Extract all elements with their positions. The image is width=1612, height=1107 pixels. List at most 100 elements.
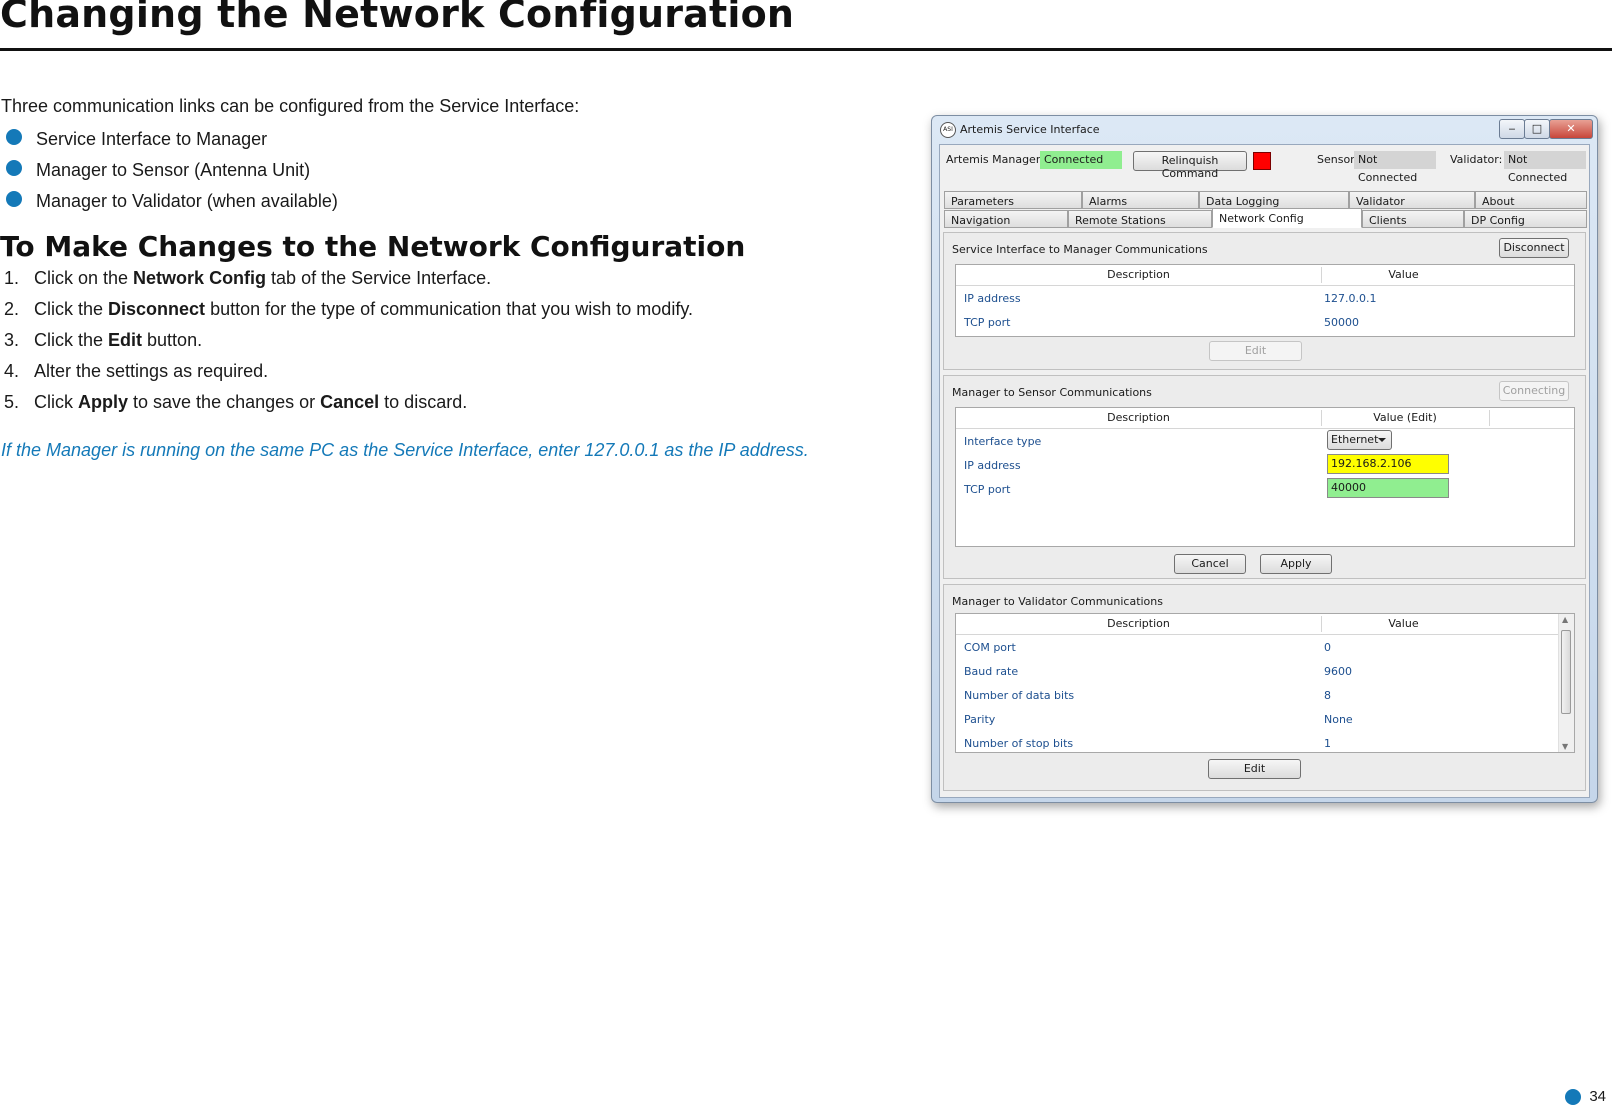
relinquish-command-button[interactable]: Relinquish Command [1133,151,1247,180]
tcp-port-label: TCP port [964,316,1011,329]
scroll-up-icon[interactable]: ▲ [1562,615,1568,624]
page-dot-icon [1565,1088,1582,1105]
scroll-down-icon[interactable]: ▼ [1562,742,1568,751]
validator-label: Validator: [1450,153,1503,166]
grid-header: Description Value [956,614,1574,635]
step-item: 5. Click Apply to save the changes or Ca… [4,392,693,423]
com-port-label: COM port [964,641,1016,654]
validator-edit-button[interactable]: Edit [1208,759,1301,779]
grid-header: Description Value (Edit) [956,408,1574,429]
tcp-port-input[interactable]: 40000 [1327,478,1449,498]
bullet-dot-icon [6,159,22,176]
interface-type-select[interactable]: Ethernet [1327,430,1392,450]
step-number: 2. [4,299,20,319]
ip-address-label: IP address [964,459,1021,472]
manager-status: Connected [1040,151,1122,169]
tab-data-logging[interactable]: Data Logging [1199,191,1349,209]
close-button[interactable]: ✕ [1549,119,1593,139]
tab-validator[interactable]: Validator [1349,191,1475,209]
manager-sensor-group: Manager to Sensor Communications Connect… [943,375,1586,579]
bullet-list: Service Interface to Manager Manager to … [6,124,338,217]
page-title: Changing the Network Configuration [0,0,795,36]
apply-button[interactable]: Apply [1260,554,1332,574]
window-client-area: Artemis Manager: Connected Relinquish Co… [939,144,1590,798]
step-text: Click the Edit button. [34,330,203,350]
step-text: Click on the Network Config tab of the S… [34,268,492,288]
disconnect-button[interactable]: Disconnect [1499,238,1569,258]
tab-network-config[interactable]: Network Config [1212,208,1362,228]
manager-sensor-grid: Description Value (Edit) Interface type … [955,407,1575,547]
data-bits-value: 8 [1324,689,1331,702]
ip-address-input[interactable]: 192.168.2.106 [1327,454,1449,474]
tab-clients[interactable]: Clients [1362,210,1464,228]
window-title: Artemis Service Interface [960,123,1100,136]
scrollbar-thumb[interactable] [1561,630,1571,714]
bullet-text: Service Interface to Manager [36,129,268,149]
bullet-item: Manager to Validator (when available) [6,186,338,217]
baud-rate-value: 9600 [1324,665,1352,678]
parity-value: None [1324,713,1353,726]
grid-header: Description Value [956,265,1574,286]
title-rule [0,48,1612,51]
step-number: 4. [4,361,20,381]
column-header-value: Value (Edit) [1373,411,1437,424]
manager-validator-grid: Description Value COM port 0 Baud rate 9… [955,613,1575,753]
steps-list: 1. Click on the Network Config tab of th… [4,268,693,423]
baud-rate-label: Baud rate [964,665,1019,678]
stop-bits-value: 1 [1324,737,1331,750]
bullet-item: Manager to Sensor (Antenna Unit) [6,155,338,186]
column-header-value: Value [1388,268,1419,281]
tab-remote-stations[interactable]: Remote Stations [1068,210,1212,228]
column-header-value: Value [1388,617,1419,630]
vertical-scrollbar[interactable]: ▲ ▼ [1558,614,1574,752]
bullet-item: Service Interface to Manager [6,124,338,155]
tab-parameters[interactable]: Parameters [944,191,1082,209]
service-interface-window: ASI Artemis Service Interface ‒ □ ✕ Arte… [931,115,1598,803]
connecting-button[interactable]: Connecting [1499,381,1569,401]
section-heading: To Make Changes to the Network Configura… [0,230,746,263]
stop-bits-label: Number of stop bits [964,737,1074,750]
parity-label: Parity [964,713,996,726]
step-text: Click Apply to save the changes or Cance… [34,392,468,412]
sensor-label: Sensor: [1317,153,1359,166]
page-number: 34 [1565,1088,1606,1105]
step-item: 4. Alter the settings as required. [4,361,693,392]
si-manager-title: Service Interface to Manager Communicati… [952,243,1208,256]
tab-navigation[interactable]: Navigation [944,210,1068,228]
step-item: 2. Click the Disconnect button for the t… [4,299,693,330]
si-manager-grid: Description Value IP address 127.0.0.1 T… [955,264,1575,337]
column-header-description: Description [1107,411,1170,424]
column-header-description: Description [1107,617,1170,630]
step-text: Click the Disconnect button for the type… [34,299,693,319]
bullet-dot-icon [6,128,22,145]
ip-address-value: 127.0.0.1 [1324,292,1377,305]
ip-address-label: IP address [964,292,1021,305]
si-manager-edit-button[interactable]: Edit [1209,341,1302,361]
tab-alarms[interactable]: Alarms [1082,191,1199,209]
minimize-button[interactable]: ‒ [1499,119,1525,139]
intro-text: Three communication links can be configu… [1,96,580,116]
maximize-button[interactable]: □ [1524,119,1550,139]
cancel-button[interactable]: Cancel [1174,554,1246,574]
note-text: If the Manager is running on the same PC… [1,440,809,460]
tcp-port-label: TCP port [964,483,1011,496]
manager-label: Artemis Manager: [946,153,1044,166]
interface-type-label: Interface type [964,435,1042,448]
page-number-text: 34 [1589,1088,1606,1105]
step-number: 5. [4,392,20,412]
si-manager-group: Service Interface to Manager Communicati… [943,232,1586,370]
manager-validator-title: Manager to Validator Communications [952,595,1163,608]
step-item: 1. Click on the Network Config tab of th… [4,268,693,299]
com-port-value: 0 [1324,641,1331,654]
tab-dp-config[interactable]: DP Config [1464,210,1587,228]
step-number: 1. [4,268,20,288]
column-header-description: Description [1107,268,1170,281]
interface-type-value: Ethernet [1331,433,1379,446]
sensor-status: Not Connected [1354,151,1436,184]
window-titlebar[interactable]: ASI Artemis Service Interface ‒ □ ✕ [932,116,1597,142]
manager-validator-group: Manager to Validator Communications Desc… [943,584,1586,791]
step-item: 3. Click the Edit button. [4,330,693,361]
app-logo-icon: ASI [940,122,956,138]
tab-about[interactable]: About [1475,191,1587,209]
data-bits-label: Number of data bits [964,689,1075,702]
